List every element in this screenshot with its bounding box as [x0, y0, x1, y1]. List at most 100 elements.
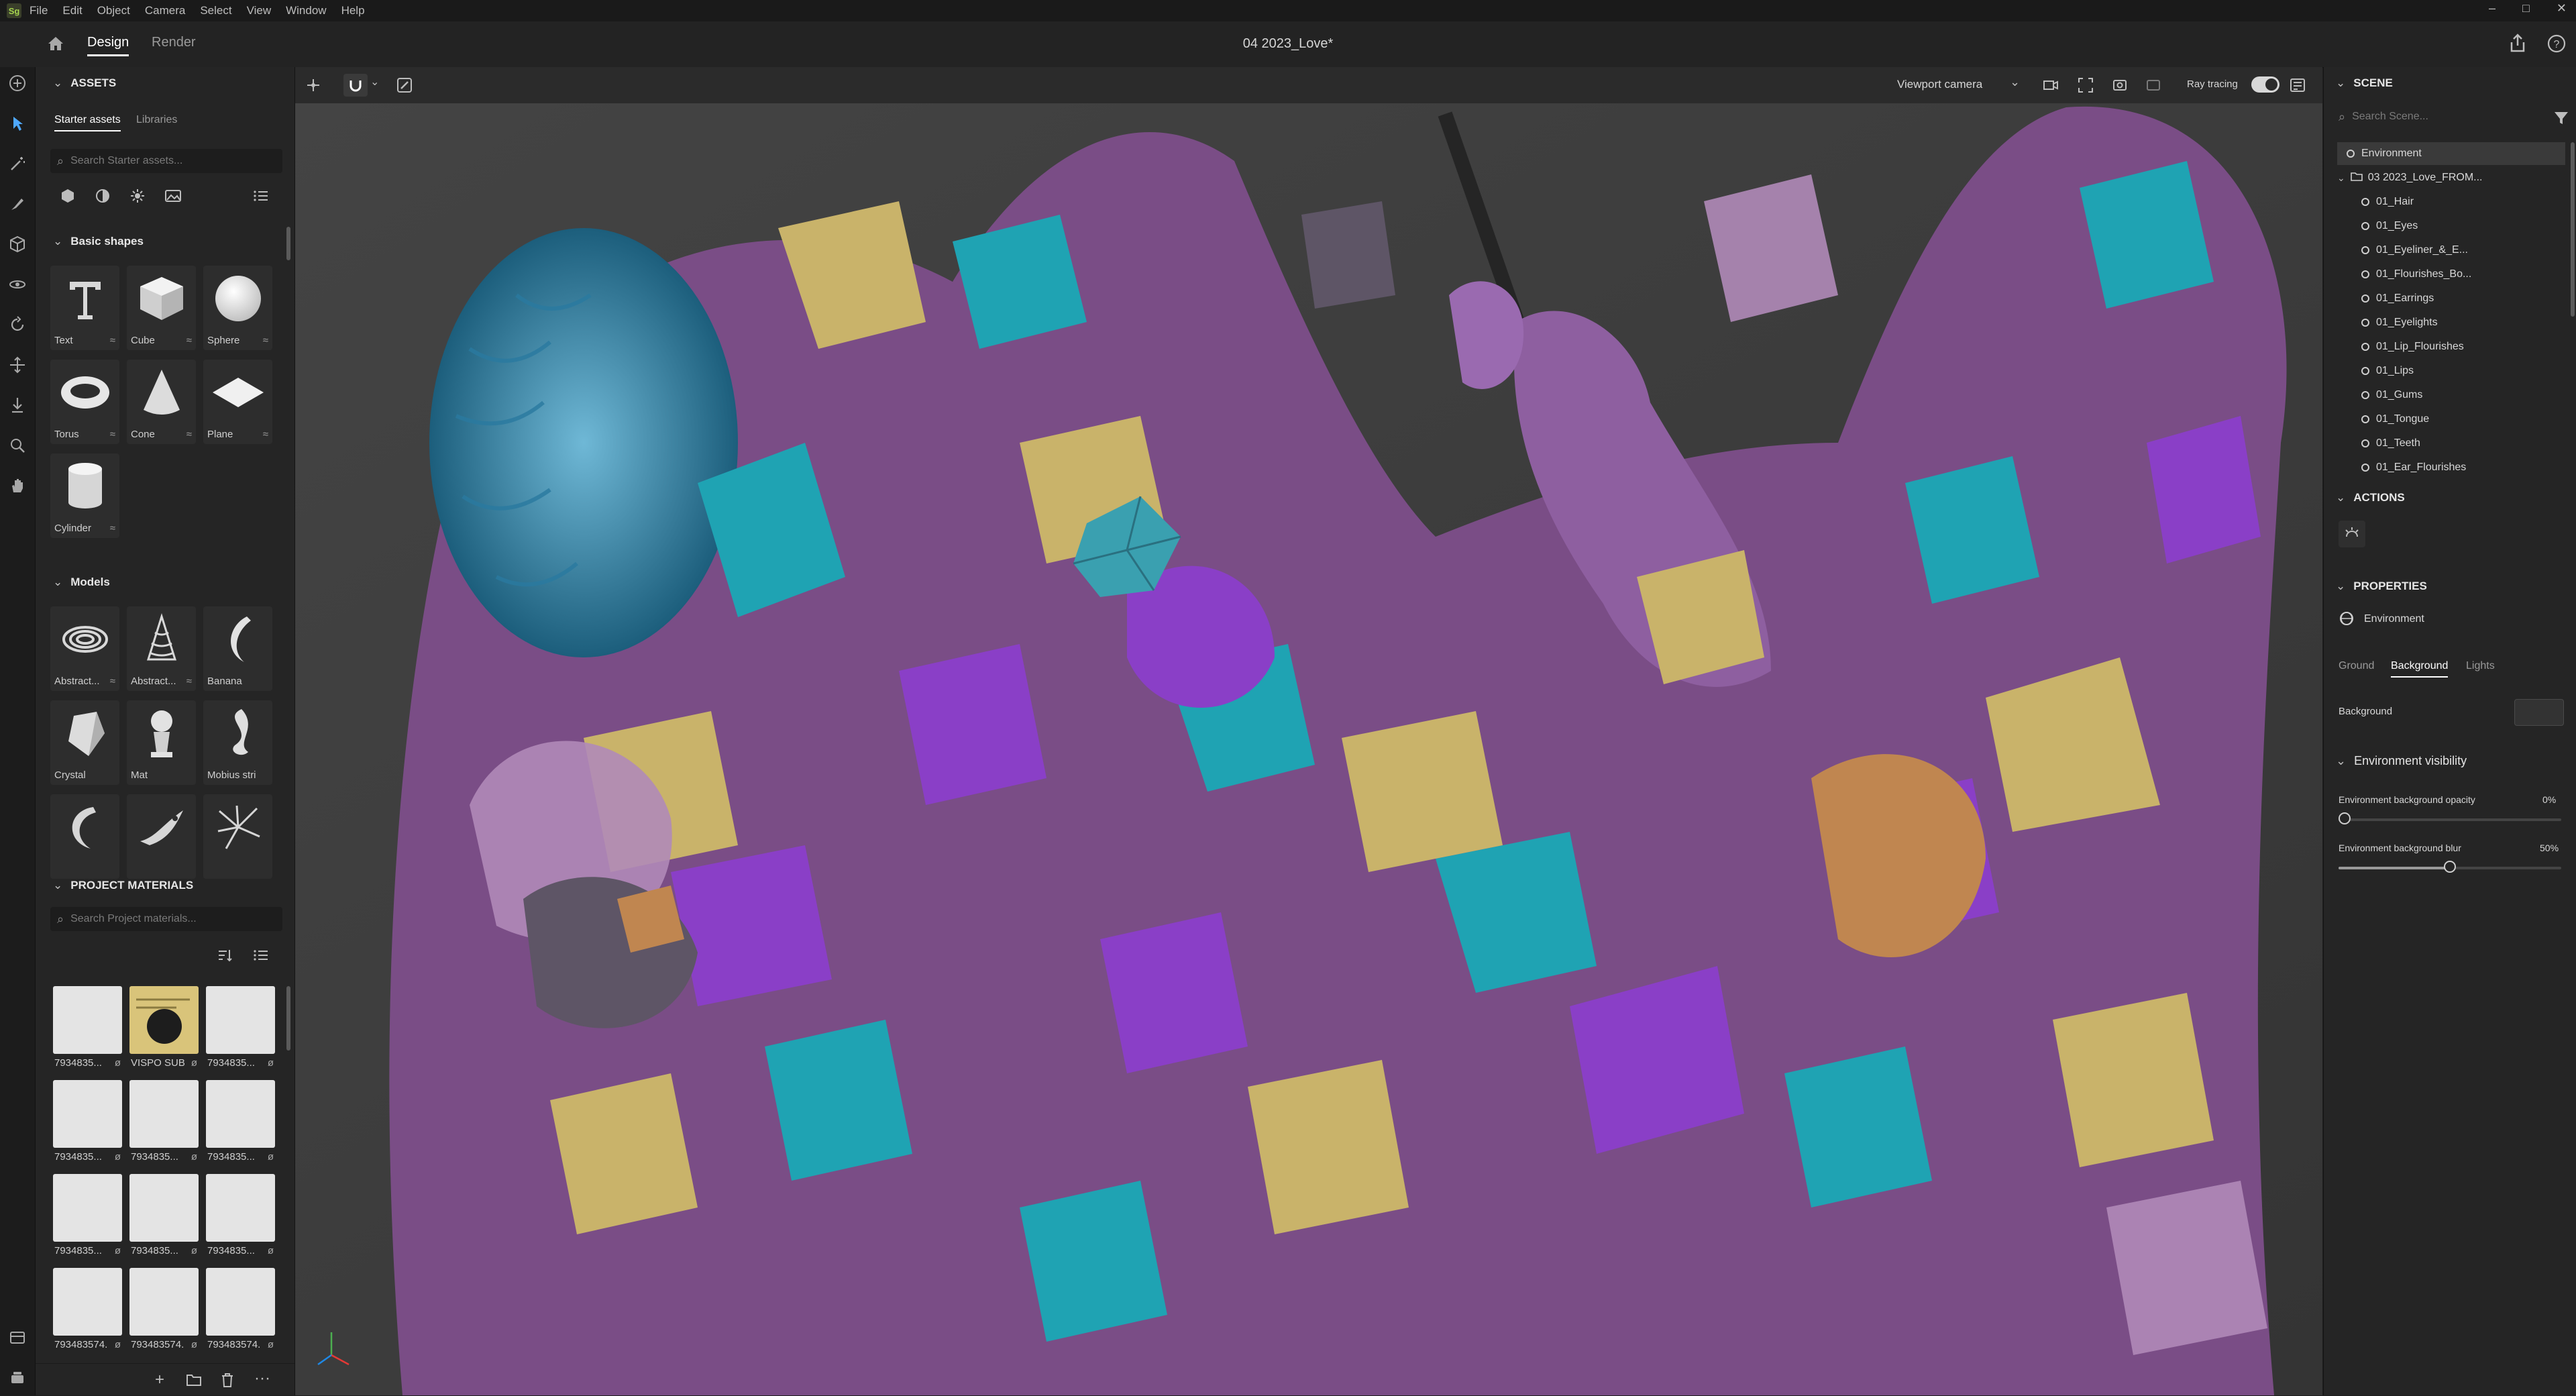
archive-icon[interactable] [8, 1328, 27, 1347]
material-tile[interactable]: 793483574... ø [129, 1268, 199, 1355]
scene-item[interactable]: 01_Eyeliner_&_E... [2337, 239, 2565, 262]
actions-header[interactable]: ⌄ ACTIONS [2336, 491, 2405, 504]
model-tile[interactable]: Mat [127, 700, 196, 785]
shape-tile[interactable]: Cube ≈ [127, 266, 196, 350]
tab-lights[interactable]: Lights [2466, 660, 2495, 672]
material-link-icon[interactable]: ø [191, 1339, 197, 1350]
filter-icon[interactable] [2553, 110, 2569, 126]
magnet-snap-icon[interactable] [343, 74, 368, 97]
material-link-icon[interactable]: ø [268, 1245, 274, 1256]
shape-tile[interactable]: Cone ≈ [127, 360, 196, 444]
tile-options-icon[interactable]: ≈ [186, 335, 192, 346]
blur-slider[interactable] [2339, 861, 2561, 873]
frame-icon[interactable] [2077, 76, 2094, 94]
model-tile[interactable]: Abstract... ≈ [50, 606, 119, 691]
render-settings-icon[interactable] [2289, 76, 2306, 94]
shape-tile[interactable]: Sphere ≈ [203, 266, 272, 350]
material-tile[interactable]: 7934835... ø [129, 1080, 199, 1167]
tile-options-icon[interactable]: ≈ [110, 523, 115, 534]
background-color-swatch[interactable] [2514, 699, 2564, 726]
material-link-icon[interactable]: ø [115, 1245, 121, 1256]
rotate-icon[interactable] [8, 315, 27, 334]
scene-item[interactable]: 01_Ear_Flourishes [2337, 456, 2565, 479]
shape-tile[interactable]: Torus ≈ [50, 360, 119, 444]
material-tile[interactable]: 7934835... ø [129, 1174, 199, 1261]
list-view-icon[interactable] [253, 188, 269, 204]
tab-libraries[interactable]: Libraries [136, 114, 177, 126]
material-link-icon[interactable]: ø [115, 1339, 121, 1350]
image-filter-icon[interactable] [164, 188, 182, 204]
material-link-icon[interactable]: ø [268, 1339, 274, 1350]
move-icon[interactable] [8, 356, 27, 374]
material-tile[interactable]: 7934835... ø [206, 986, 275, 1073]
viewport-camera-select[interactable]: Viewport camera [1897, 78, 1982, 91]
menu-object[interactable]: Object [97, 4, 130, 17]
select-icon[interactable] [8, 114, 27, 133]
menu-camera[interactable]: Camera [145, 4, 185, 17]
cube-icon[interactable] [8, 235, 27, 254]
basic-shapes-header[interactable]: ⌄ Basic shapes [53, 235, 144, 248]
env-visibility-header[interactable]: ⌄ Environment visibility [2336, 754, 2467, 768]
material-link-icon[interactable]: ø [115, 1151, 121, 1163]
sort-icon[interactable] [217, 947, 233, 963]
scene-header[interactable]: ⌄ SCENE [2336, 76, 2393, 90]
opacity-slider[interactable] [2339, 812, 2561, 824]
model-tile[interactable]: Abstract... ≈ [127, 606, 196, 691]
add-material-button[interactable]: + [155, 1371, 164, 1389]
scene-item[interactable]: 01_Earrings [2337, 287, 2565, 310]
tab-starter-assets[interactable]: Starter assets [54, 114, 121, 131]
scene-item[interactable]: 01_Teeth [2337, 432, 2565, 455]
materials-list-view-icon[interactable] [253, 947, 269, 963]
material-link-icon[interactable]: ø [191, 1151, 197, 1163]
material-tile[interactable]: 7934835... ø [53, 986, 122, 1073]
scene-item[interactable]: 01_Lips [2337, 360, 2565, 382]
shape-tile[interactable]: Cylinder ≈ [50, 453, 119, 538]
action-lighting-icon[interactable] [2339, 521, 2365, 547]
scene-scrollbar[interactable] [2571, 142, 2575, 317]
help-icon[interactable]: ? [2546, 34, 2567, 54]
tab-ground[interactable]: Ground [2339, 660, 2374, 672]
scene-item[interactable]: 01_Eyelights [2337, 311, 2565, 334]
menu-select[interactable]: Select [200, 4, 231, 17]
folder-icon[interactable] [186, 1373, 202, 1387]
model-tile[interactable] [203, 794, 272, 879]
tile-options-icon[interactable]: ≈ [263, 335, 268, 346]
layers-icon[interactable] [8, 1368, 27, 1387]
model-tile[interactable]: Mobius strip [203, 700, 272, 785]
shape-tile[interactable]: Plane ≈ [203, 360, 272, 444]
scene-search-input[interactable]: ⌕ Search Scene... [2332, 105, 2546, 129]
lighting-filter-icon[interactable] [95, 188, 111, 204]
material-tile[interactable]: 793483574... ø [206, 1268, 275, 1355]
model-tile[interactable] [50, 794, 119, 879]
materials-scrollbar[interactable] [286, 986, 290, 1051]
menu-help[interactable]: Help [341, 4, 365, 17]
material-link-icon[interactable]: ø [191, 1245, 197, 1256]
scene-item[interactable]: 01_Gums [2337, 384, 2565, 407]
transform-icon[interactable] [305, 76, 322, 94]
tile-options-icon[interactable]: ≈ [186, 429, 192, 440]
trash-icon[interactable] [220, 1372, 235, 1388]
magic-wand-icon[interactable] [8, 154, 27, 173]
material-tile[interactable]: 7934835... ø [53, 1174, 122, 1261]
tile-options-icon[interactable]: ≈ [263, 429, 268, 440]
hand-icon[interactable] [8, 476, 27, 495]
material-tile[interactable]: 793483574... ø [53, 1268, 122, 1355]
materials-filter-icon[interactable] [60, 188, 76, 204]
shape-tile[interactable]: Text ≈ [50, 266, 119, 350]
project-materials-header[interactable]: ⌄ PROJECT MATERIALS [53, 879, 193, 892]
assets-scrollbar[interactable] [286, 227, 290, 260]
tile-options-icon[interactable]: ≈ [110, 676, 115, 687]
scene-item[interactable]: 01_Flourishes_Bo... [2337, 263, 2565, 286]
tile-options-icon[interactable]: ≈ [110, 335, 115, 346]
scene-item[interactable]: 01_Tongue [2337, 408, 2565, 431]
tile-options-icon[interactable]: ≈ [186, 676, 192, 687]
undo-camera-icon[interactable] [2145, 76, 2163, 94]
minimize-button[interactable]: – [2489, 1, 2496, 15]
materials-search-input[interactable]: ⌕ Search Project materials... [50, 907, 282, 931]
paint-icon[interactable] [8, 195, 27, 213]
tile-options-icon[interactable]: ≈ [110, 429, 115, 440]
material-tile[interactable]: 7934835... ø [206, 1080, 275, 1167]
properties-header[interactable]: ⌄ PROPERTIES [2336, 580, 2427, 593]
material-link-icon[interactable]: ø [191, 1057, 197, 1069]
models-header[interactable]: ⌄ Models [53, 576, 110, 589]
